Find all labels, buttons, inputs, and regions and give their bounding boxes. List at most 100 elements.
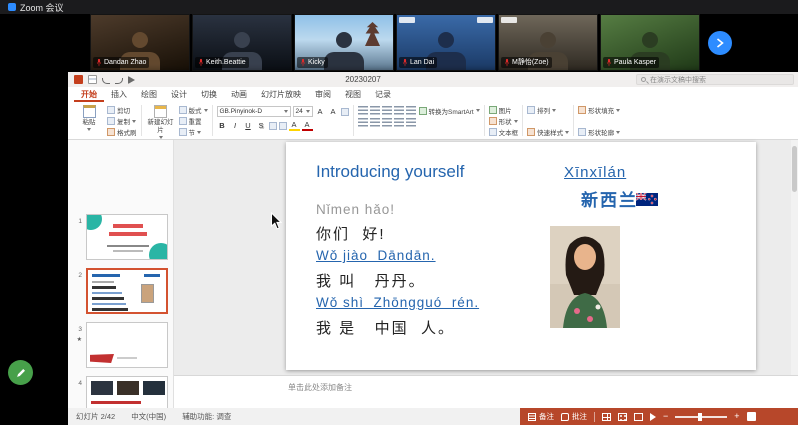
picture-button[interactable]: 图片 <box>489 105 519 115</box>
bullet-list-icon[interactable] <box>358 106 368 115</box>
tab-draw[interactable]: 绘图 <box>134 87 164 102</box>
layout-button[interactable]: 版式 <box>179 105 208 115</box>
tab-record[interactable]: 记录 <box>368 87 398 102</box>
slide-title[interactable]: Introducing yourself <box>316 162 464 182</box>
redo-button[interactable] <box>115 78 123 84</box>
tab-view[interactable]: 视图 <box>338 87 368 102</box>
participant-name: Lan Dai <box>410 59 434 67</box>
slideshow-view-button[interactable] <box>650 413 656 421</box>
increase-font-button[interactable]: A <box>315 106 326 117</box>
nz-chinese-text[interactable]: 新西兰 <box>581 186 638 211</box>
slide-thumbnail-3[interactable] <box>86 322 168 368</box>
indent-decrease-icon[interactable] <box>382 106 392 115</box>
font-size-select[interactable]: 24 <box>293 106 313 117</box>
font-color-button[interactable]: A <box>302 121 313 131</box>
numbered-list-icon[interactable] <box>370 106 380 115</box>
align-right-icon[interactable] <box>382 118 392 127</box>
shapes-button[interactable]: 形状 <box>489 116 519 126</box>
language-button[interactable]: 中文(中国) <box>131 411 166 422</box>
section-button[interactable]: 节 <box>179 127 208 137</box>
accessibility-button[interactable]: 辅助功能: 调查 <box>182 411 231 422</box>
notes-pane[interactable]: 单击此处添加备注 <box>174 375 798 408</box>
annotation-pencil-button[interactable] <box>8 360 33 385</box>
video-tile-paula-kasper[interactable]: Paula Kasper <box>600 14 700 71</box>
strikethrough-icon[interactable] <box>269 122 277 130</box>
save-button[interactable] <box>88 75 97 84</box>
clear-formatting-icon[interactable] <box>341 108 349 116</box>
tab-slideshow[interactable]: 幻灯片放映 <box>254 87 308 102</box>
textbox-button[interactable]: 文本框 <box>489 127 519 137</box>
start-slideshow-button[interactable] <box>128 76 135 84</box>
reset-button[interactable]: 重置 <box>179 116 208 126</box>
shape-outline-button[interactable]: 形状轮廓 <box>578 127 620 137</box>
font-name-select[interactable]: GB.Pinyinok-D <box>217 106 291 117</box>
normal-view-button[interactable] <box>602 413 611 421</box>
notes-toggle-button[interactable]: 备注 <box>528 411 554 422</box>
mic-muted-icon <box>402 58 408 67</box>
text-shadow-button[interactable]: S <box>256 120 267 131</box>
zoom-in-button[interactable]: + <box>734 412 739 421</box>
chinese-line-3[interactable]: 我 是 中国 人。 <box>316 317 455 338</box>
align-center-icon[interactable] <box>370 118 380 127</box>
teacher-portrait-photo[interactable] <box>550 226 620 328</box>
search-input[interactable]: 在演示文稿中搜索 <box>636 74 794 85</box>
slide-thumbnail-2-selected[interactable] <box>86 268 168 314</box>
insert-shapes-group: 图片 形状 文本框 <box>485 104 523 137</box>
slide-canvas[interactable]: Introducing yourself Xīnxīlán 新西兰 Nǐmen … <box>286 142 756 370</box>
slide-thumbnail-1[interactable] <box>86 214 168 260</box>
underline-button[interactable]: U <box>243 120 254 131</box>
nz-pinyin-text[interactable]: Xīnxīlán <box>564 164 626 181</box>
video-tile-keith-beattie[interactable]: Keith.Beattie <box>192 14 292 71</box>
slide-sorter-view-button[interactable] <box>618 413 627 421</box>
chinese-line-2[interactable]: 我 叫 丹丹。 <box>316 270 426 291</box>
vertical-scrollbar[interactable] <box>791 140 798 375</box>
powerpoint-window: 20230207 在演示文稿中搜索 开始 插入 绘图 设计 切换 动画 幻灯片放… <box>68 72 798 425</box>
text-direction-icon[interactable] <box>406 106 416 115</box>
copy-button[interactable]: 复制 <box>107 116 137 126</box>
tab-home[interactable]: 开始 <box>74 87 104 102</box>
shape-fill-button[interactable]: 形状填充 <box>578 105 620 115</box>
tab-transitions[interactable]: 切换 <box>194 87 224 102</box>
decrease-font-button[interactable]: A <box>328 106 339 117</box>
justify-icon[interactable] <box>394 118 404 127</box>
character-spacing-icon[interactable] <box>279 122 287 130</box>
paste-button[interactable]: 粘贴 <box>74 104 104 131</box>
tab-design[interactable]: 设计 <box>164 87 194 102</box>
highlight-color-button[interactable]: A <box>289 121 300 131</box>
chinese-line-1[interactable]: 你们 好! <box>316 223 386 244</box>
tab-animations[interactable]: 动画 <box>224 87 254 102</box>
pinyin-line-1[interactable]: Nǐmen hǎo! <box>316 202 395 217</box>
mic-muted-icon <box>504 58 510 67</box>
italic-button[interactable]: I <box>230 120 241 131</box>
convert-to-smartart-button[interactable]: 转换为SmartArt <box>419 105 480 116</box>
copy-label: 复制 <box>117 116 130 126</box>
quick-styles-button[interactable]: 快速样式 <box>527 127 569 137</box>
arrange-button[interactable]: 排列 <box>527 105 569 115</box>
tab-review[interactable]: 审阅 <box>308 87 338 102</box>
cut-button[interactable]: 剪切 <box>107 105 137 115</box>
reading-view-button[interactable] <box>634 413 643 421</box>
video-tile-lan-dai[interactable]: Lan Dai <box>396 14 496 71</box>
line-spacing-icon[interactable] <box>406 118 416 127</box>
indent-increase-icon[interactable] <box>394 106 404 115</box>
pinyin-line-2[interactable]: Wǒ jiào Dāndān. <box>316 248 436 263</box>
zoom-slider[interactable] <box>675 416 727 418</box>
align-left-icon[interactable] <box>358 118 368 127</box>
participant-name-chip: Kicky <box>297 57 328 68</box>
tab-insert[interactable]: 插入 <box>104 87 134 102</box>
pinyin-line-3[interactable]: Wǒ shì Zhōngguó rén. <box>316 295 479 310</box>
video-tile-kicky[interactable]: Kicky <box>294 14 394 71</box>
video-tile-dandan-zhao[interactable]: Dandan Zhao <box>90 14 190 71</box>
next-participants-button[interactable] <box>708 31 732 55</box>
notes-placeholder: 单击此处添加备注 <box>288 382 352 393</box>
new-slide-button[interactable]: 新建幻灯片 <box>146 104 176 139</box>
bold-button[interactable]: B <box>217 120 228 131</box>
undo-button[interactable] <box>102 78 110 84</box>
new-zealand-flag[interactable] <box>636 193 658 206</box>
comments-toggle-button[interactable]: 批注 <box>561 411 587 422</box>
format-painter-button[interactable]: 格式刷 <box>107 127 137 137</box>
zoom-out-button[interactable]: − <box>663 412 668 421</box>
fit-slide-to-window-button[interactable] <box>747 412 756 421</box>
zoom-slider-knob[interactable] <box>698 413 702 421</box>
video-tile-zoe[interactable]: M静怡(Zoe) <box>498 14 598 71</box>
